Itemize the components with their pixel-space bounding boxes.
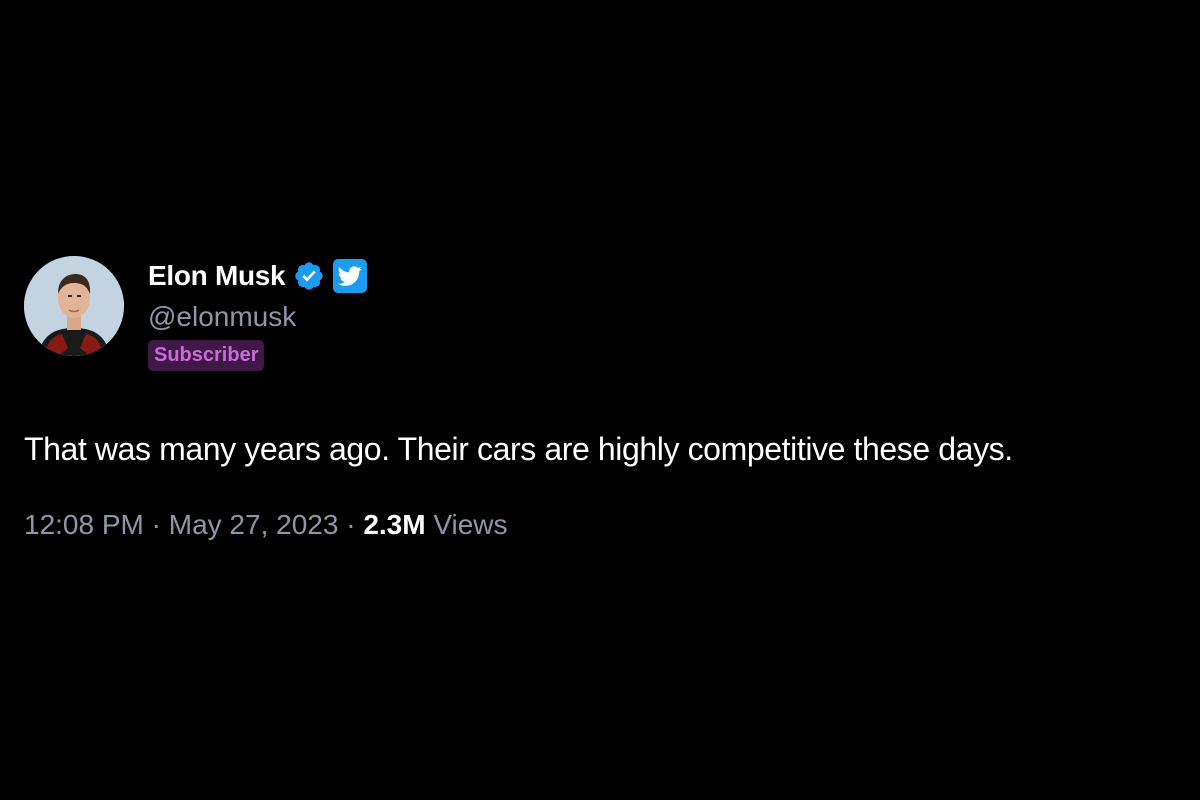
author-display-name[interactable]: Elon Musk — [148, 260, 286, 292]
verified-badge-icon[interactable] — [293, 260, 325, 292]
subscriber-badge: Subscriber — [148, 340, 265, 371]
tweet-text: That was many years ago. Their cars are … — [24, 431, 1013, 467]
tweet-date[interactable]: May 27, 2023 — [169, 509, 339, 541]
meta-separator: · — [338, 509, 364, 540]
views-count: 2.3M — [363, 509, 426, 540]
tweet-card[interactable]: Elon Musk @elonmusk Subscriber That was … — [24, 256, 1174, 541]
author-handle[interactable]: @elonmusk — [148, 298, 367, 336]
avatar[interactable] — [24, 256, 124, 356]
twitter-bird-icon — [333, 259, 368, 293]
name-row: Elon Musk — [148, 256, 368, 296]
meta-separator: · — [143, 509, 169, 540]
author-identity: Elon Musk @elonmusk Subscriber — [148, 256, 368, 371]
tweet-meta: 12:08 PM · May 27, 2023 · 2.3M Views — [24, 509, 1174, 541]
tweet-header: Elon Musk @elonmusk Subscriber — [24, 256, 1174, 371]
views-label: Views — [425, 509, 508, 540]
tweet-time[interactable]: 12:08 PM — [24, 509, 144, 541]
